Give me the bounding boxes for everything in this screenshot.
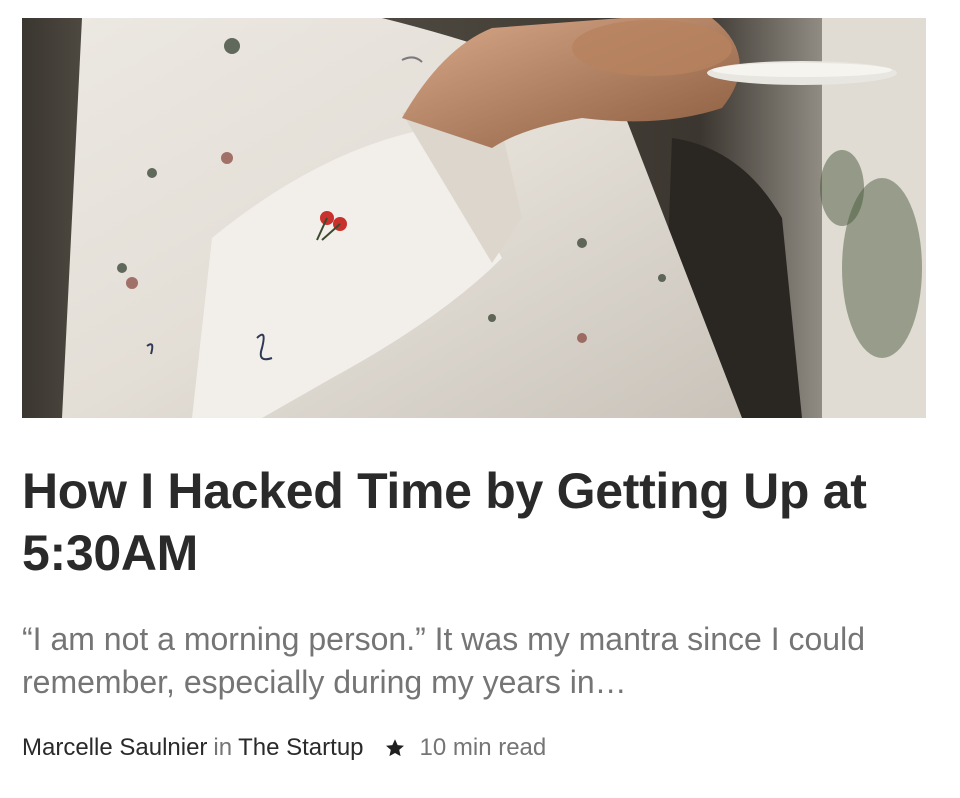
hero-photo bbox=[22, 18, 926, 418]
star-icon[interactable] bbox=[384, 737, 406, 759]
article-card: How I Hacked Time by Getting Up at 5:30A… bbox=[0, 0, 960, 798]
hero-image[interactable] bbox=[22, 18, 926, 418]
publication-link[interactable]: The Startup bbox=[238, 734, 363, 762]
author-link[interactable]: Marcelle Saulnier bbox=[22, 734, 207, 762]
read-time: 10 min read bbox=[419, 734, 547, 761]
star-icon-glyph bbox=[385, 739, 404, 757]
article-title[interactable]: How I Hacked Time by Getting Up at 5:30A… bbox=[22, 460, 922, 584]
byline: Marcelle Saulnier in The Startup 10 min … bbox=[22, 731, 546, 765]
article-subtitle[interactable]: “I am not a morning person.” It was my m… bbox=[22, 618, 932, 704]
byline-in-label: in bbox=[213, 734, 233, 761]
